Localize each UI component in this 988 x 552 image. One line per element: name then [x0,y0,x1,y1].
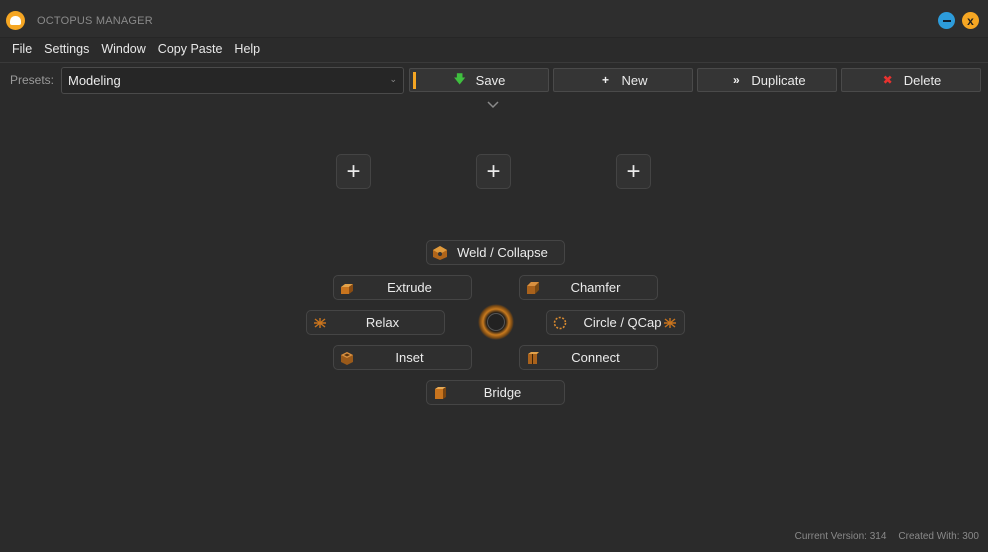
bridge-icon [435,387,446,399]
radial-center-hub[interactable] [478,304,514,340]
arrow-down-icon: 🡇 [453,71,466,86]
menu-help[interactable]: Help [228,42,266,56]
expand-chevron-icon[interactable] [486,99,500,111]
x-icon: ✖ [882,73,893,87]
add-slot-button-2[interactable]: + [476,154,511,189]
version-footer: Current Version: 314 Created With: 300 [795,531,979,542]
title-bar: OCTOPUS MANAGER x [0,0,988,38]
minimize-button[interactable] [938,12,955,29]
current-version: Current Version: 314 [794,531,887,542]
menu-file[interactable]: File [6,42,38,56]
chamfer-icon [527,282,539,294]
presets-selected-value: Modeling [68,73,121,88]
weld-icon [433,246,447,260]
bridge-button[interactable]: Bridge [426,380,565,405]
created-with: Created With: 300 [898,531,979,542]
add-slot-button-1[interactable]: + [336,154,371,189]
menu-copy-paste[interactable]: Copy Paste [152,42,229,56]
extrude-icon [341,284,353,294]
menu-window[interactable]: Window [95,42,151,56]
chevron-down-icon: ⌄ [389,74,397,84]
qcap-icon [664,318,676,328]
new-button[interactable]: + New [553,68,693,92]
menu-settings[interactable]: Settings [38,42,95,56]
weld-collapse-button[interactable]: Weld / Collapse [426,240,565,265]
plus-icon: + [601,73,609,87]
double-chevron-right-icon: » [733,73,740,87]
relax-button[interactable]: Relax [306,310,445,335]
presets-dropdown[interactable]: Modeling ⌄ [61,67,404,94]
presets-label: Presets: [10,73,55,87]
menu-bar: File Settings Window Copy Paste Help [0,38,988,60]
circle-icon [553,316,567,330]
extrude-button[interactable]: Extrude [333,275,472,300]
delete-label: Delete [903,72,942,88]
menu-divider [0,62,988,63]
delete-button[interactable]: ✖ Delete [841,68,981,92]
duplicate-label: Duplicate [751,72,806,88]
chamfer-button[interactable]: Chamfer [519,275,658,300]
window-title: OCTOPUS MANAGER [37,15,153,27]
connect-button[interactable]: Connect [519,345,658,370]
new-label: New [621,72,648,88]
inset-icon [341,352,353,365]
close-button[interactable]: x [962,12,979,29]
circle-qcap-button[interactable]: Circle / QCap [546,310,685,335]
save-button[interactable]: 🡇 Save [409,68,549,92]
relax-icon [314,318,326,328]
app-logo-icon [6,11,25,30]
connect-icon [528,352,539,364]
save-label: Save [475,72,506,88]
inset-button[interactable]: Inset [333,345,472,370]
duplicate-button[interactable]: » Duplicate [697,68,837,92]
add-slot-button-3[interactable]: + [616,154,651,189]
